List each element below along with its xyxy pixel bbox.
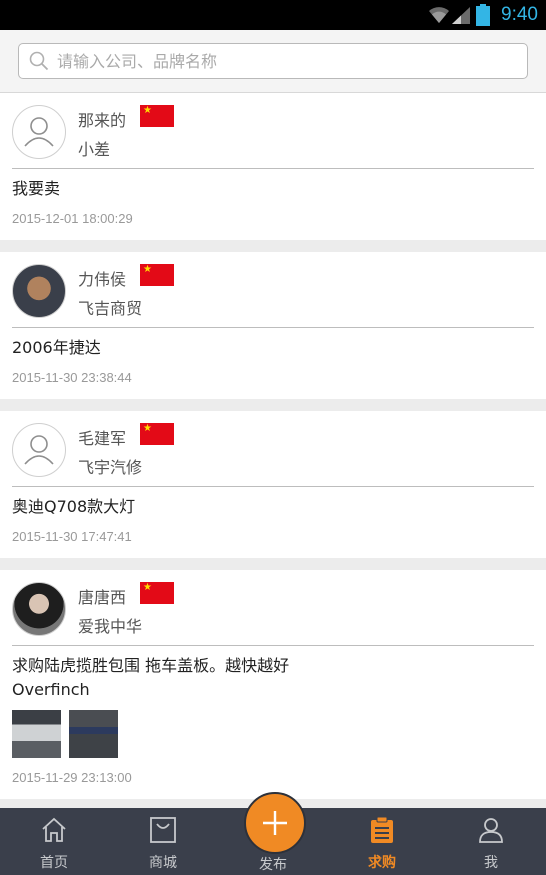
signal-icon: [452, 7, 470, 24]
post-timestamp: 2015-12-01 18:00:29: [12, 211, 133, 226]
user-avatar[interactable]: [12, 582, 66, 636]
nav-purchase[interactable]: 求购: [342, 808, 422, 875]
nav-mall-label: 商城: [149, 855, 177, 871]
search-input[interactable]: [55, 46, 519, 76]
china-flag-icon: ★: [140, 423, 174, 445]
bottom-nav: 首页 商城 发布 求购 我: [0, 792, 546, 875]
post-message: 我要卖: [12, 179, 61, 198]
post-message: 求购陆虎揽胜包围 拖车盖板。越快越好 Overfinch: [0, 646, 546, 702]
shopping-bag-icon: [150, 817, 176, 843]
search-icon: [29, 51, 49, 71]
company-name: 小差: [78, 140, 111, 159]
search-bar: [0, 30, 546, 93]
status-time: 9:40: [501, 4, 538, 25]
post-card[interactable]: 毛建军 ★ 飞宇汽修 奥迪Q708款大灯 2015-11-30 17:47:41: [0, 411, 546, 558]
user-avatar[interactable]: [12, 264, 66, 318]
nav-me-label: 我: [484, 855, 498, 871]
publish-button[interactable]: [244, 792, 306, 854]
china-flag-icon: ★: [140, 582, 174, 604]
china-flag-icon: ★: [140, 105, 174, 127]
post-card[interactable]: 那来的 ★ 小差 我要卖 2015-12-01 18:00:29: [0, 93, 546, 240]
nav-publish-label[interactable]: 发布: [233, 854, 313, 874]
post-card[interactable]: 唐唐西 ★ 爱我中华 求购陆虎揽胜包围 拖车盖板。越快越好 Overfinch …: [0, 570, 546, 799]
post-image-thumbnail[interactable]: [69, 710, 118, 758]
wifi-icon: [429, 7, 449, 23]
nav-purchase-label: 求购: [368, 855, 396, 871]
nav-home[interactable]: 首页: [14, 808, 94, 875]
battery-icon: [476, 4, 490, 26]
poster-name[interactable]: 毛建军: [78, 425, 126, 449]
post-message-line: Overfinch: [12, 680, 90, 699]
post-timestamp: 2015-11-30 17:47:41: [12, 529, 132, 544]
purchase-feed: 那来的 ★ 小差 我要卖 2015-12-01 18:00:29 力伟侯 ★ 飞…: [0, 93, 546, 811]
post-card[interactable]: 力伟侯 ★ 飞吉商贸 2006年捷达 2015-11-30 23:38:44: [0, 252, 546, 399]
post-image-thumbnail[interactable]: [12, 710, 61, 758]
default-avatar-icon[interactable]: [12, 423, 66, 477]
poster-name[interactable]: 力伟侯: [78, 266, 126, 290]
plus-icon: [263, 811, 287, 835]
post-timestamp: 2015-11-30 23:38:44: [12, 370, 132, 385]
post-images: [0, 702, 546, 760]
default-avatar-icon[interactable]: [12, 105, 66, 159]
poster-name[interactable]: 那来的: [78, 107, 126, 131]
post-message: 奥迪Q708款大灯: [12, 497, 136, 516]
search-box[interactable]: [18, 43, 528, 79]
company-name: 飞宇汽修: [78, 458, 143, 477]
company-name: 爱我中华: [78, 617, 143, 636]
china-flag-icon: ★: [140, 264, 174, 286]
nav-me[interactable]: 我: [451, 808, 531, 875]
post-message: 2006年捷达: [12, 338, 101, 357]
company-name: 飞吉商贸: [78, 299, 143, 318]
poster-name[interactable]: 唐唐西: [78, 584, 126, 608]
post-message-line: 求购陆虎揽胜包围 拖车盖板。越快越好: [12, 656, 290, 675]
home-icon: [42, 817, 66, 842]
nav-home-label: 首页: [40, 855, 68, 871]
status-bar: 9:40: [0, 0, 546, 30]
user-icon: [479, 818, 503, 843]
clipboard-list-icon: [371, 816, 393, 843]
nav-mall[interactable]: 商城: [123, 808, 203, 875]
